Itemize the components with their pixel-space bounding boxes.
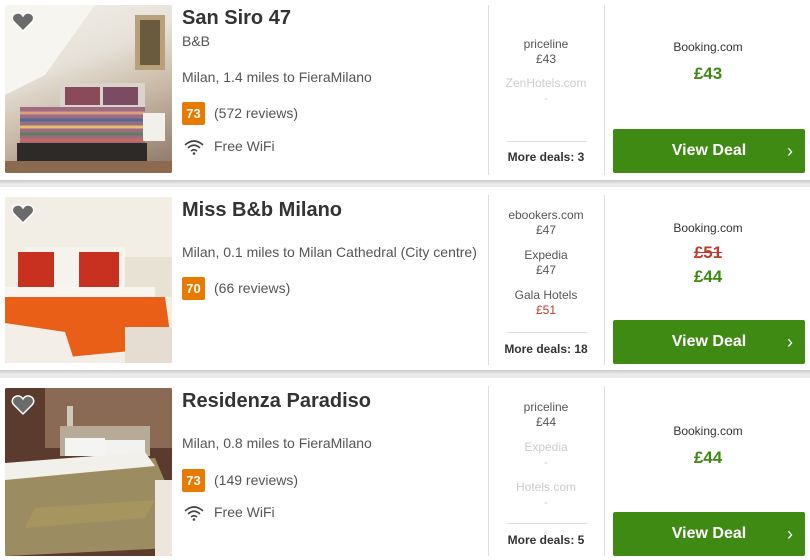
partner-deal[interactable]: priceline £43 [490,37,602,67]
card-shadow [0,370,810,374]
partner-price: £47 [535,263,557,277]
partner-name: priceline [523,400,569,414]
hotel-card: Miss B&b Milano Milan, 0.1 miles to Mila… [0,187,810,370]
column-divider [488,5,489,175]
partner-deal[interactable]: Gala Hotels £51 [490,288,602,318]
partner-deal[interactable]: Expedia - [490,440,602,470]
hotel-photo[interactable] [5,197,172,363]
rating-badge[interactable]: 73 [182,469,205,492]
wifi-icon [184,506,204,521]
featured-price[interactable]: £44 [606,448,810,468]
view-deal-label: View Deal [671,333,747,350]
rating-badge[interactable]: 73 [182,102,205,125]
column-divider [488,195,489,365]
chevron-right-icon: › [787,524,793,544]
review-count[interactable]: (149 reviews) [214,472,298,488]
review-count[interactable]: (66 reviews) [214,280,290,296]
view-deal-button[interactable]: View Deal › [613,320,805,364]
featured-price[interactable]: £43 [606,64,810,84]
heart-icon[interactable] [11,11,35,33]
featured-provider: Booking.com [673,40,743,54]
featured-provider: Booking.com [673,424,743,438]
partner-price: £43 [535,52,557,66]
hotel-location: Milan, 0.8 miles to FieraMilano [182,435,372,451]
featured-price[interactable]: £44 [606,267,810,287]
divider [507,332,587,333]
heart-icon[interactable] [11,394,35,416]
partner-name: ebookers.com [508,208,584,222]
hotel-photo[interactable] [5,5,172,173]
partner-name: Gala Hotels [514,288,578,302]
partner-price: - [544,455,548,469]
partner-price: £47 [535,223,557,237]
partner-price: - [544,495,548,509]
rating-badge[interactable]: 70 [182,277,205,300]
hotel-photo[interactable] [5,388,172,556]
partner-price: £51 [535,303,557,317]
view-deal-button[interactable]: View Deal › [613,512,805,556]
view-deal-button[interactable]: View Deal › [613,129,805,173]
wifi-icon [184,140,204,155]
partner-deal[interactable]: ZenHotels.com - [490,76,602,106]
review-count[interactable]: (572 reviews) [214,105,298,121]
amenity-label: Free WiFi [214,138,275,154]
hotel-location: Milan, 1.4 miles to FieraMilano [182,69,372,85]
partner-name: ZenHotels.com [505,76,587,90]
column-divider [604,386,605,556]
hotel-name[interactable]: San Siro 47 [182,7,291,30]
hotel-card: Residenza Paradiso Milan, 0.8 miles to F… [0,378,810,560]
partner-price: £44 [535,415,557,429]
column-divider [488,386,489,556]
more-deals-link[interactable]: More deals: 3 [490,150,602,164]
chevron-right-icon: › [787,141,793,161]
partner-deal[interactable]: priceline £44 [490,400,602,430]
amenity-label: Free WiFi [214,504,275,520]
column-divider [604,5,605,175]
view-deal-label: View Deal [671,525,747,542]
partner-name: Hotels.com [515,480,577,494]
view-deal-label: View Deal [671,142,747,159]
partner-deal[interactable]: Hotels.com - [490,480,602,510]
divider [507,523,587,524]
hotel-name[interactable]: Miss B&b Milano [182,199,342,222]
partner-name: Expedia [524,440,568,454]
partner-name: priceline [523,37,569,51]
more-deals-link[interactable]: More deals: 18 [490,342,602,356]
more-deals-link[interactable]: More deals: 5 [490,533,602,547]
heart-icon[interactable] [11,203,35,225]
card-shadow [0,180,810,184]
hotel-card: San Siro 47 B&B Milan, 1.4 miles to Fier… [0,0,810,180]
partner-deal[interactable]: Expedia £47 [490,248,602,278]
hotel-location: Milan, 0.1 miles to Milan Cathedral (Cit… [182,244,477,260]
original-price: £51 [693,243,723,262]
hotel-type: B&B [182,33,211,49]
partner-deal[interactable]: ebookers.com £47 [490,208,602,238]
partner-name: Expedia [524,248,568,262]
column-divider [604,195,605,365]
featured-provider: Booking.com [673,221,743,235]
partner-price: - [544,91,548,105]
divider [507,141,587,142]
chevron-right-icon: › [787,332,793,352]
hotel-name[interactable]: Residenza Paradiso [182,390,371,413]
